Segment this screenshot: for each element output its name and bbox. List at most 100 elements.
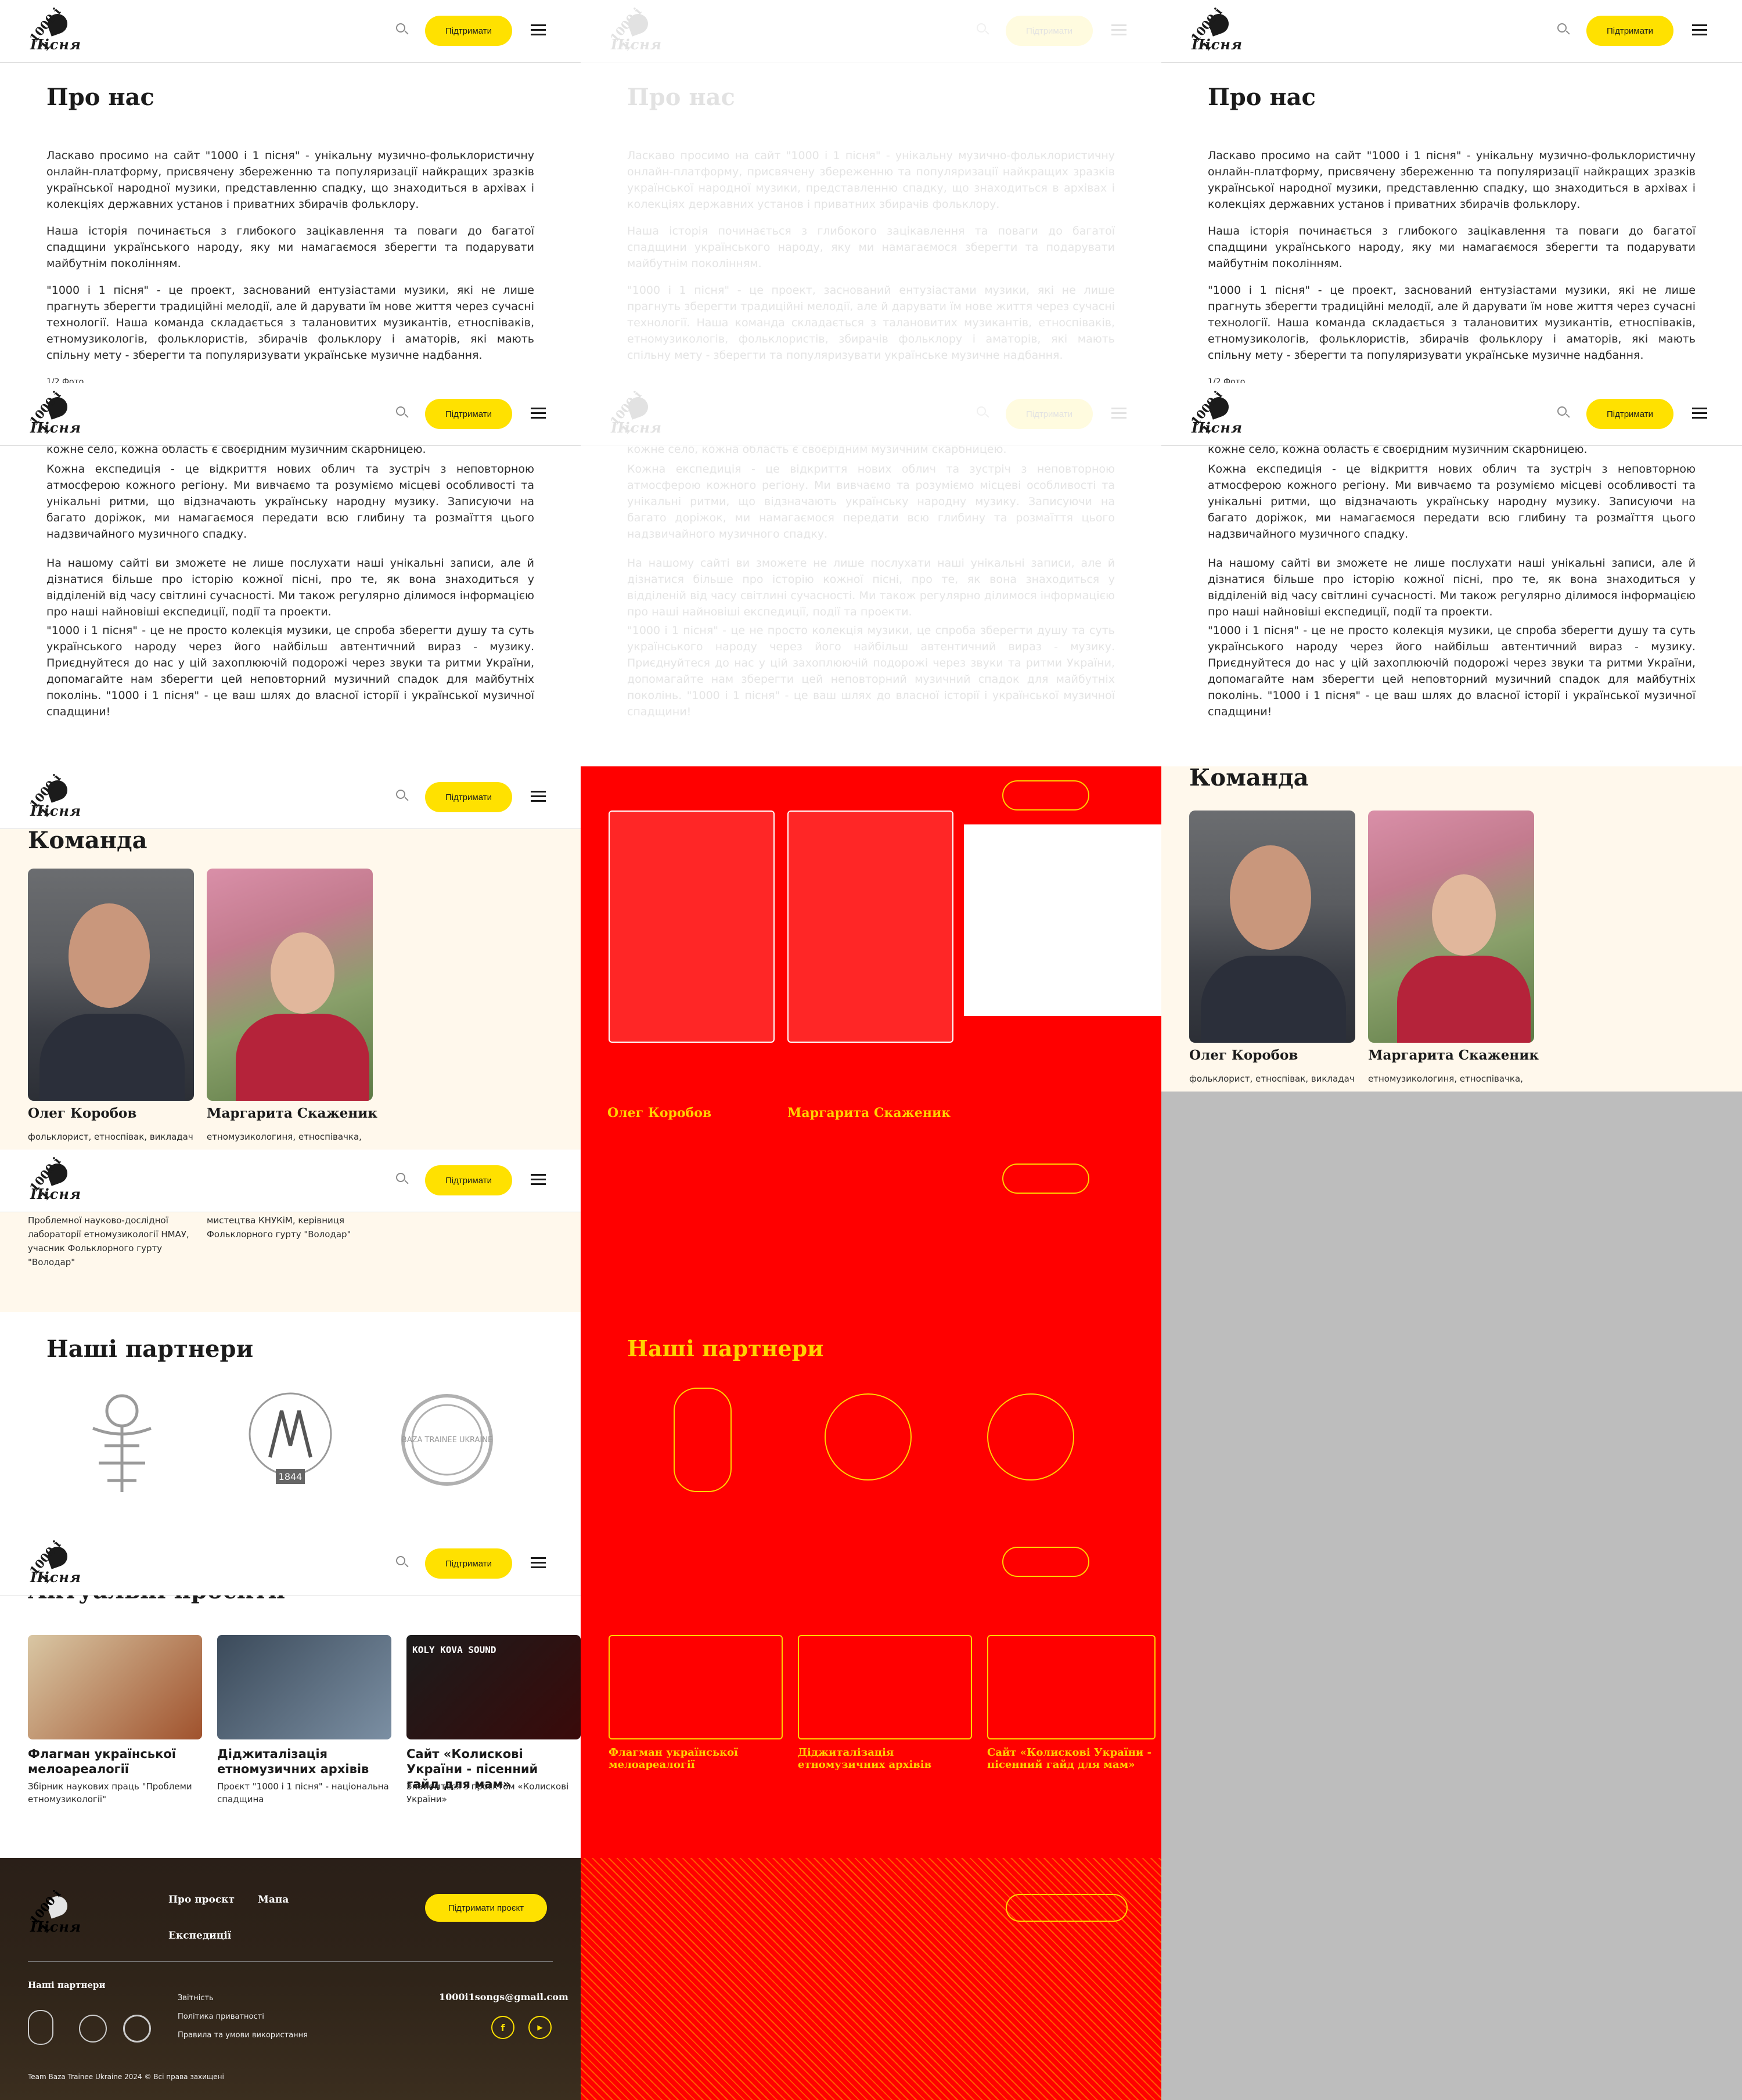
footer-logo[interactable]: 1000 і 1 Пісня (27, 1887, 81, 1939)
empty-area (1161, 1092, 1742, 2100)
site-header: 1000 і 1 Пісня Підтримати (0, 383, 581, 446)
page-title: Про нас (46, 84, 154, 111)
site-logo[interactable]: 1000 і 1 Пісня (27, 388, 81, 440)
about-paragraph-2: Наша історія починається з глибокого зац… (627, 225, 1115, 270)
menu-icon[interactable] (531, 24, 546, 36)
support-button[interactable]: Підтримати (1006, 16, 1093, 46)
member-desc-1: фольклорист, етноспівак, викладач (28, 1132, 193, 1142)
support-button[interactable]: Підтримати (1586, 16, 1673, 46)
menu-icon[interactable] (1692, 408, 1707, 419)
footer-about-link[interactable]: Про проєкт (168, 1894, 235, 1906)
member-photo-2[interactable] (207, 869, 373, 1101)
member-desc-1: фольклорист, етноспівак, викладач (1189, 1074, 1355, 1084)
about-paragraph-7: "1000 і 1 пісня" - це не просто колекція… (627, 624, 1115, 718)
support-button[interactable]: Підтримати (1586, 399, 1673, 429)
site-logo[interactable]: 1000 і 1 Пісня (27, 5, 81, 57)
diff-project-title-3: Сайт «Колискові України - пісенний гайд … (987, 1746, 1151, 1771)
footer-partner-logo-2[interactable] (79, 2015, 107, 2043)
project-image-2[interactable] (217, 1635, 391, 1739)
footer-partner-logo-3[interactable] (123, 2015, 151, 2043)
search-icon[interactable] (396, 406, 409, 419)
menu-icon[interactable] (531, 1174, 546, 1186)
menu-icon[interactable] (531, 408, 546, 419)
diff-panel-team: Олег Коробов Маргарита Скаженик (581, 766, 1161, 1150)
project-desc-2: Проєкт "1000 і 1 пісня" - національна сп… (217, 1781, 389, 1804)
member-desc-2-bottom: мистецтва КНУКіМ, керівниця Фольклорного… (207, 1215, 351, 1240)
footer-support-button[interactable]: Підтримати проєкт (425, 1894, 547, 1922)
logo-word: Пісня (30, 36, 82, 53)
youtube-icon[interactable]: ▶ (528, 2016, 552, 2039)
member-photo-2[interactable] (1368, 811, 1534, 1043)
site-header: 1000 і 1 Пісня Підтримати (0, 1533, 581, 1595)
partner-baza-logo[interactable]: BAZA TRAINEE UKRAINE (401, 1382, 494, 1498)
project-image-1[interactable] (28, 1635, 202, 1739)
member-photo-1[interactable] (1189, 811, 1355, 1043)
about-paragraph-3: "1000 і 1 пісня" - це проект, заснований… (46, 284, 534, 362)
project-image-3[interactable]: KOLY KOVA SOUND (406, 1635, 581, 1739)
project-desc-3: Знайомтеся з проєктом «Колискові України… (406, 1781, 569, 1804)
support-button[interactable]: Підтримати (425, 1165, 512, 1195)
site-header: 1000 і 1 Пісня Підтримати (581, 0, 1161, 63)
site-logo[interactable]: 1000 і 1 Пісня (1188, 5, 1242, 57)
search-icon[interactable] (396, 1556, 409, 1569)
search-icon[interactable] (1557, 23, 1570, 36)
site-footer: 1000 і 1 Пісня Про проєкт Мапа Експедиці… (0, 1858, 581, 2100)
about-paragraph-1: Ласкаво просимо на сайт "1000 і 1 пісня"… (46, 149, 534, 211)
footer-privacy-link[interactable]: Політика приватності (178, 2012, 264, 2021)
site-logo[interactable]: 1000 і 1 Пісня (27, 771, 81, 823)
support-button[interactable]: Підтримати (425, 399, 512, 429)
search-icon[interactable] (396, 1173, 409, 1186)
partner-ornament-logo[interactable] (75, 1382, 168, 1498)
project-title-2[interactable]: Діджиталізація етномузичних архівів (217, 1746, 397, 1777)
logo-word: Пісня (30, 419, 82, 436)
member-photo-1[interactable] (28, 869, 194, 1101)
search-icon[interactable] (1557, 406, 1570, 419)
about-paragraph-1: Ласкаво просимо на сайт "1000 і 1 пісня"… (1208, 149, 1696, 211)
support-button[interactable]: Підтримати (425, 782, 512, 812)
footer-terms-link[interactable]: Правила та умови використання (178, 2031, 308, 2040)
about-cont-panel-3: 1000 і 1 Пісня Підтримати кожне село, ко… (1161, 383, 1742, 766)
diff-member-name-1: Олег Коробов (607, 1105, 712, 1121)
page-title: Про нас (1208, 84, 1316, 111)
about-paragraph-3: "1000 і 1 пісня" - це проект, заснований… (627, 284, 1115, 362)
site-header: 1000 і 1 Пісня Підтримати (1161, 0, 1742, 63)
support-button[interactable]: Підтримати (1006, 399, 1093, 429)
site-logo[interactable]: 1000 і 1 Пісня (27, 1154, 81, 1206)
menu-icon[interactable] (531, 791, 546, 802)
footer-partner-logo-1[interactable] (28, 2010, 53, 2045)
diff-member-name-2: Маргарита Скаженик (787, 1105, 951, 1121)
search-icon[interactable] (396, 790, 409, 802)
diff-panel-partners: Наші партнери (581, 1150, 1161, 1533)
footer-divider (28, 1961, 553, 1962)
logo-word: Пісня (1192, 36, 1243, 53)
logo-word: Пісня (30, 1918, 82, 1935)
site-logo[interactable]: 1000 і 1 Пісня (27, 1537, 81, 1590)
site-logo[interactable]: 1000 і 1 Пісня (607, 5, 661, 57)
footer-reporting-link[interactable]: Звітність (178, 1994, 214, 2002)
logo-word: Пісня (611, 419, 663, 436)
partner-academy-logo[interactable]: 1844 (244, 1382, 337, 1498)
member-desc-2: етномузикологиня, етноспівачка, (1368, 1074, 1523, 1084)
menu-icon[interactable] (1111, 408, 1126, 419)
about-paragraph-6: На нашому сайті ви зможете не лише послу… (1208, 557, 1696, 618)
logo-word: Пісня (30, 1186, 82, 1202)
footer-map-link[interactable]: Мапа (258, 1894, 289, 1906)
footer-email[interactable]: 1000i1songs@gmail.com (439, 1991, 568, 2002)
support-button[interactable]: Підтримати (425, 16, 512, 46)
site-logo[interactable]: 1000 і 1 Пісня (607, 388, 661, 440)
search-icon[interactable] (977, 406, 989, 419)
logo-word: Пісня (30, 1569, 82, 1586)
menu-icon[interactable] (1692, 24, 1707, 36)
search-icon[interactable] (396, 23, 409, 36)
search-icon[interactable] (977, 23, 989, 36)
facebook-icon[interactable]: f (491, 2016, 514, 2039)
about-paragraph-7: "1000 і 1 пісня" - це не просто колекція… (1208, 624, 1696, 718)
menu-icon[interactable] (531, 1557, 546, 1569)
site-logo[interactable]: 1000 і 1 Пісня (1188, 388, 1242, 440)
support-button[interactable]: Підтримати (425, 1548, 512, 1579)
footer-copyright: Team Baza Trainee Ukraine 2024 © Всі пра… (28, 2073, 224, 2081)
footer-expeditions-link[interactable]: Експедиції (168, 1930, 231, 1941)
about-paragraph-2: Наша історія починається з глибокого зац… (1208, 225, 1696, 270)
project-title-1[interactable]: Флагман української мелоареалогії (28, 1746, 208, 1777)
menu-icon[interactable] (1111, 24, 1126, 36)
